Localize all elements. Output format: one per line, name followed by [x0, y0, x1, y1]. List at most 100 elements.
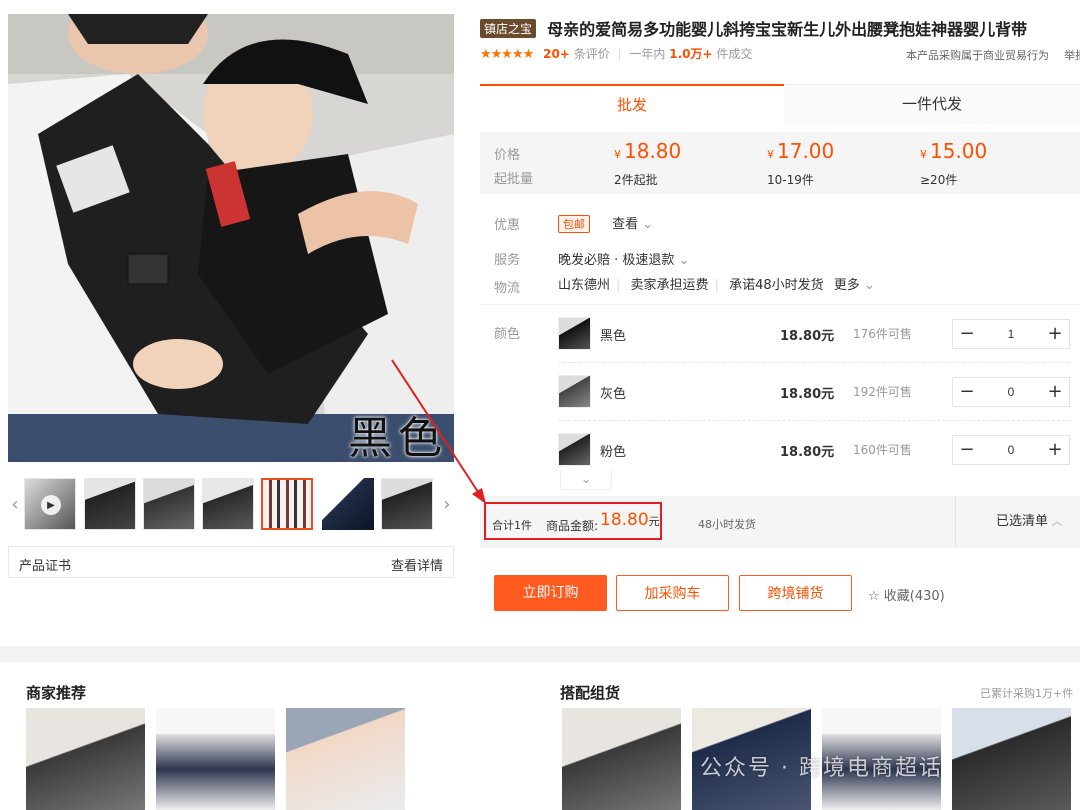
sku-thumbnail[interactable]: [558, 375, 591, 408]
chevron-right-icon[interactable]: ›: [440, 478, 454, 532]
quantity-stepper: − +: [952, 319, 1070, 349]
bundle-title: 搭配组货: [560, 684, 621, 702]
thumbnail-image[interactable]: [381, 478, 433, 530]
chevron-down-icon: ⌄: [863, 278, 875, 293]
thumbnail-image[interactable]: [202, 478, 254, 530]
sales-label: 件成交: [716, 47, 753, 61]
section-separator: [0, 646, 1080, 662]
moq-label: 起批量: [494, 172, 534, 187]
favorite-button[interactable]: ☆ 收藏(430): [868, 585, 945, 604]
store-badge: 镇店之宝: [480, 18, 537, 38]
thumbnail-image[interactable]: [143, 478, 195, 530]
product-title: 母亲的爱简易多功能婴儿斜挎宝宝新生儿外出腰凳抱娃神器婴儿背带: [547, 20, 1028, 39]
rating-stars-icon: ★★★★★: [480, 47, 534, 62]
sku-row: 灰色 18.80元 192件可售 − +: [558, 363, 1070, 421]
amount-value: 18.80元: [600, 510, 660, 530]
ship-time: 48小时发货: [698, 518, 756, 531]
tier-price: 18.80: [624, 139, 682, 163]
review-label: 条评价: [573, 47, 610, 61]
product-card[interactable]: [562, 708, 681, 810]
chevron-down-icon: ⌄: [642, 217, 654, 232]
chevron-down-icon: ⌄: [678, 253, 690, 268]
color-caption: 黑色: [348, 413, 448, 462]
minus-icon[interactable]: −: [953, 436, 981, 464]
thumbnail-image[interactable]: [84, 478, 136, 530]
logistics-row: 山东德州 | 卖家承担运费 | 承诺48小时发货 更多 ⌄: [558, 278, 875, 293]
sku-list: 颜色 黑色 18.80元 176件可售 − + 灰色 18.80元 192件可售…: [480, 304, 1080, 494]
delivery-promise: 承诺48小时发货: [729, 278, 824, 293]
thumbnail-strip: ‹ ▶ ›: [8, 478, 454, 532]
sku-thumbnail[interactable]: [558, 433, 591, 466]
logistics-label: 物流: [494, 281, 521, 296]
service-label: 服务: [494, 253, 521, 268]
product-card[interactable]: [26, 708, 145, 810]
sales-prefix: 一年内: [629, 47, 666, 61]
tab-dropship[interactable]: 一件代发: [784, 84, 1080, 124]
price-tier: ¥17.00 10-19件: [767, 139, 835, 187]
quantity-stepper: − +: [952, 377, 1070, 407]
purchase-mode-tabs: 批发 一件代发: [480, 84, 1080, 124]
certificate-details-link[interactable]: 查看详情: [391, 555, 443, 574]
merchant-recommend-title: 商家推荐: [26, 684, 87, 702]
thumbnail-image-active[interactable]: [261, 478, 313, 530]
sku-price: 18.80元: [780, 445, 835, 460]
price-tiers: 价格 起批量 ¥18.80 2件起批 ¥17.00 10-19件 ¥15.00 …: [480, 132, 1080, 194]
quantity-input[interactable]: [981, 320, 1041, 348]
expand-sku-chevron-icon[interactable]: ⌄: [560, 470, 612, 490]
amount-highlight-box: 合计1件 商品金额: 18.80元: [484, 502, 662, 540]
selected-list-toggle[interactable]: 已选清单 ︿: [955, 496, 1080, 548]
tier-qty: 2件起批: [614, 173, 658, 187]
item-count: 合计1件: [492, 519, 532, 532]
star-outline-icon: ☆: [868, 589, 880, 604]
trade-note: 本产品采购属于商业贸易行为: [906, 49, 1049, 62]
logistics-more[interactable]: 更多 ⌄: [834, 278, 875, 293]
thumbnail-video[interactable]: ▶: [24, 478, 76, 530]
sku-price: 18.80元: [780, 329, 835, 344]
product-title-row: 镇店之宝 母亲的爱简易多功能婴儿斜挎宝宝新生儿外出腰凳抱娃神器婴儿背带: [480, 16, 1080, 40]
plus-icon[interactable]: +: [1041, 378, 1069, 406]
product-card[interactable]: [156, 708, 275, 810]
watermark: 公众号 · 跨境电商超话: [700, 756, 943, 781]
tier-qty: ≥20件: [920, 173, 958, 187]
chevron-left-icon[interactable]: ‹: [8, 478, 22, 532]
plus-icon[interactable]: +: [1041, 320, 1069, 348]
product-page: 黑色 ‹ ▶ › 产品证书 查看详情 镇店之宝 母亲的爱简易多功能婴儿斜挎宝宝新…: [0, 0, 1080, 810]
sku-price: 18.80元: [780, 387, 835, 402]
promo-row: 包邮 查看 ⌄: [558, 213, 653, 233]
price-label: 价格: [494, 148, 521, 163]
minus-icon[interactable]: −: [953, 320, 981, 348]
chevron-up-icon: ︿: [1052, 517, 1063, 528]
promo-view-link[interactable]: 查看 ⌄: [612, 217, 653, 232]
product-card[interactable]: [952, 708, 1071, 810]
order-now-button[interactable]: 立即订购: [494, 575, 607, 611]
price-tier: ¥18.80 2件起批: [614, 139, 682, 187]
free-shipping-tag: 包邮: [558, 215, 590, 233]
tier-qty: 10-19件: [767, 173, 814, 187]
main-product-image[interactable]: 黑色: [8, 14, 454, 462]
add-to-cart-button[interactable]: 加采购车: [616, 575, 729, 611]
color-label: 颜色: [494, 327, 521, 342]
sku-stock: 192件可售: [853, 385, 912, 399]
thumbnail-image[interactable]: [322, 478, 374, 530]
rating-row: ★★★★★ 20+ 条评价 | 一年内 1.0万+ 件成交 本产品采购属于商业贸…: [480, 45, 1080, 63]
quantity-input[interactable]: [981, 378, 1041, 406]
tier-price: 15.00: [930, 139, 988, 163]
cross-border-button[interactable]: 跨境铺货: [739, 575, 852, 611]
service-value[interactable]: 晚发必赔 · 极速退款 ⌄: [558, 249, 689, 268]
play-icon: ▶: [41, 495, 61, 515]
product-card[interactable]: [286, 708, 405, 810]
sku-thumbnail[interactable]: [558, 317, 591, 350]
tier-price: 17.00: [777, 139, 835, 163]
sku-name: 黑色: [600, 329, 627, 344]
tab-wholesale[interactable]: 批发: [480, 84, 784, 124]
minus-icon[interactable]: −: [953, 378, 981, 406]
report-link[interactable]: 举报: [1064, 47, 1080, 63]
review-count[interactable]: 20+: [543, 47, 570, 61]
amount-label: 商品金额:: [546, 519, 599, 533]
order-summary-bar: 合计1件 商品金额: 18.80元 48小时发货 已选清单 ︿: [480, 496, 1080, 548]
plus-icon[interactable]: +: [1041, 436, 1069, 464]
sku-stock: 160件可售: [853, 443, 912, 457]
product-certificate-bar: 产品证书 查看详情: [8, 546, 454, 578]
quantity-input[interactable]: [981, 436, 1041, 464]
sales-count: 1.0万+: [669, 47, 713, 61]
